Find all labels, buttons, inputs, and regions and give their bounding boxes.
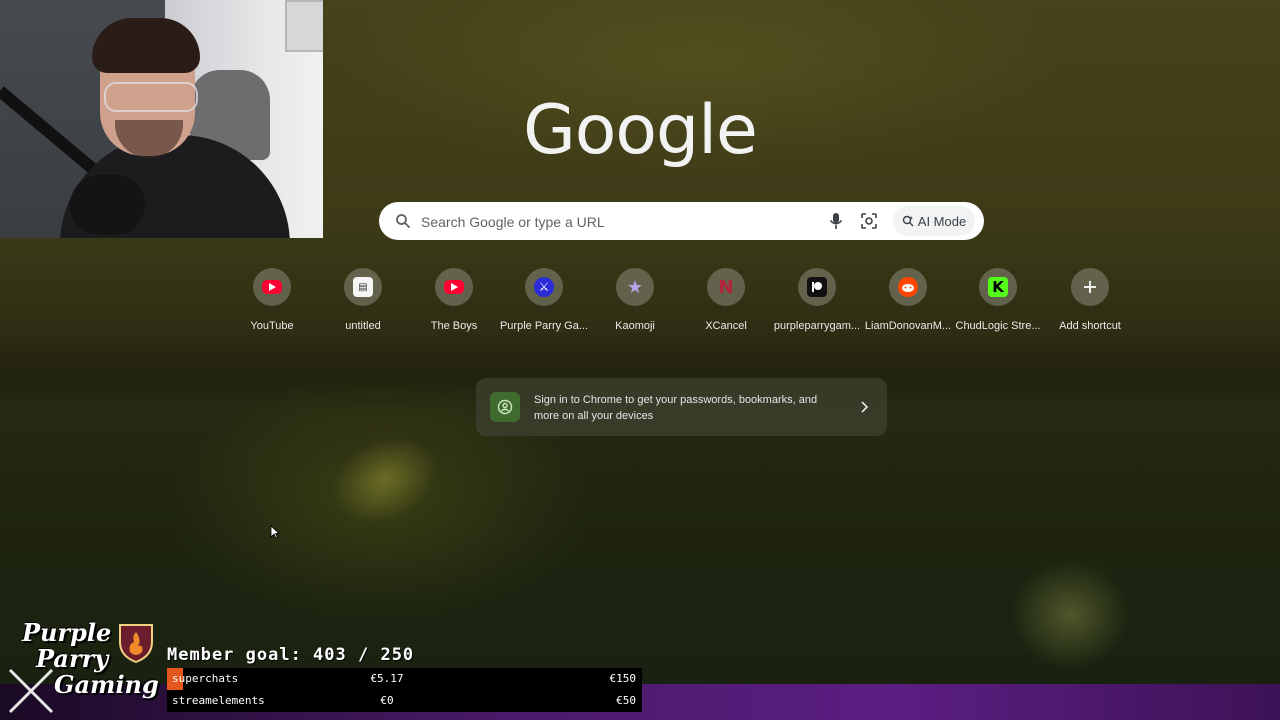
shortcut-youtube[interactable]: YouTube bbox=[227, 268, 317, 338]
shortcut-label: Kaomoji bbox=[615, 320, 655, 332]
ai-mode-label: AI Mode bbox=[917, 213, 967, 229]
document-icon: ▤ bbox=[353, 277, 373, 297]
chevron-right-icon bbox=[861, 401, 869, 413]
donation-goals-table: superchats €5.17 €150 streamelements €0 … bbox=[167, 668, 642, 712]
member-goal-text: Member goal: 403 / 250 bbox=[167, 645, 415, 665]
star-icon: ★ bbox=[626, 276, 644, 298]
microphone-icon[interactable] bbox=[828, 212, 844, 230]
chrome-signin-card[interactable]: Sign in to Chrome to get your passwords,… bbox=[476, 378, 887, 436]
shortcut-label: ChudLogic Stre... bbox=[955, 320, 1041, 332]
ai-mode-button[interactable]: AI Mode bbox=[893, 206, 975, 236]
plus-icon bbox=[1084, 281, 1096, 293]
channel-logo-line: Gaming bbox=[54, 670, 159, 699]
shortcut-label: untitled bbox=[345, 320, 381, 332]
shortcut-label: YouTube bbox=[250, 320, 294, 332]
shortcut-tile bbox=[798, 268, 836, 306]
shortcut-untitled[interactable]: ▤ untitled bbox=[318, 268, 408, 338]
shortcut-label: XCancel bbox=[705, 320, 747, 332]
shortcut-tile: N bbox=[707, 268, 745, 306]
webcam-microphone bbox=[70, 175, 145, 235]
mouse-cursor-icon bbox=[270, 525, 280, 539]
search-icon bbox=[396, 214, 410, 228]
webcam-picture-frame bbox=[285, 0, 323, 52]
shortcut-tile: ▤ bbox=[344, 268, 382, 306]
shortcut-purple-parry[interactable]: ⚔ Purple Parry Ga... bbox=[499, 268, 589, 338]
donation-row-streamelements: streamelements €0 €50 bbox=[167, 690, 642, 712]
background-light-spot bbox=[1010, 560, 1130, 670]
donation-current: €5.17 bbox=[370, 672, 404, 685]
shield-icon bbox=[119, 624, 153, 664]
shortcut-chudlogic[interactable]: K ChudLogic Stre... bbox=[953, 268, 1043, 338]
donation-current: €0 bbox=[380, 694, 394, 707]
shortcut-add[interactable]: Add shortcut bbox=[1045, 268, 1135, 338]
shortcut-label: LiamDonovanM... bbox=[864, 320, 952, 332]
shortcut-label: Add shortcut bbox=[1059, 320, 1121, 332]
google-lens-icon[interactable] bbox=[860, 212, 878, 230]
background-light-spot bbox=[318, 420, 452, 540]
account-icon bbox=[490, 392, 520, 422]
crossed-swords-icon bbox=[8, 668, 54, 714]
patreon-icon bbox=[807, 277, 827, 297]
shortcut-kaomoji[interactable]: ★ Kaomoji bbox=[590, 268, 680, 338]
youtube-icon bbox=[262, 280, 282, 294]
shortcut-patreon[interactable]: purpleparrygam... bbox=[772, 268, 862, 338]
donation-goal: €50 bbox=[616, 694, 636, 707]
shortcut-xcancel[interactable]: N XCancel bbox=[681, 268, 771, 338]
donation-name: streamelements bbox=[172, 694, 265, 707]
google-logo: Google bbox=[523, 91, 758, 170]
shortcut-tile bbox=[253, 268, 291, 306]
shortcut-tile bbox=[435, 268, 473, 306]
signin-text: Sign in to Chrome to get your passwords,… bbox=[534, 394, 818, 422]
shortcut-tile: K bbox=[979, 268, 1017, 306]
ai-search-icon bbox=[902, 215, 914, 227]
webcam-person-hair bbox=[92, 18, 200, 73]
shortcut-tile bbox=[1071, 268, 1109, 306]
shortcut-reddit[interactable]: LiamDonovanM... bbox=[863, 268, 953, 338]
shortcut-tile: ⚔ bbox=[525, 268, 563, 306]
shortcut-label: Purple Parry Ga... bbox=[499, 320, 589, 332]
channel-logo-line: Purple bbox=[22, 618, 112, 647]
search-box[interactable]: AI Mode bbox=[379, 202, 984, 240]
shortcut-tile: ★ bbox=[616, 268, 654, 306]
shortcuts-row: YouTube ▤ untitled The Boys ⚔ Purple Par… bbox=[227, 268, 1135, 338]
shortcut-tile bbox=[889, 268, 927, 306]
reddit-icon bbox=[898, 277, 918, 297]
shortcut-label: The Boys bbox=[430, 320, 478, 332]
channel-logo: Purple Parry Gaming bbox=[6, 618, 166, 718]
purple-parry-icon: ⚔ bbox=[534, 277, 554, 297]
n-letter-icon: N bbox=[718, 276, 734, 298]
search-input[interactable] bbox=[419, 208, 823, 236]
shortcut-label: purpleparrygam... bbox=[773, 320, 861, 332]
donation-goal: €150 bbox=[609, 672, 637, 685]
donation-name: superchats bbox=[172, 672, 239, 685]
kick-icon: K bbox=[988, 277, 1008, 297]
shortcut-the-boys[interactable]: The Boys bbox=[409, 268, 499, 338]
youtube-icon bbox=[444, 280, 464, 294]
donation-row-superchats: superchats €5.17 €150 bbox=[167, 668, 642, 690]
